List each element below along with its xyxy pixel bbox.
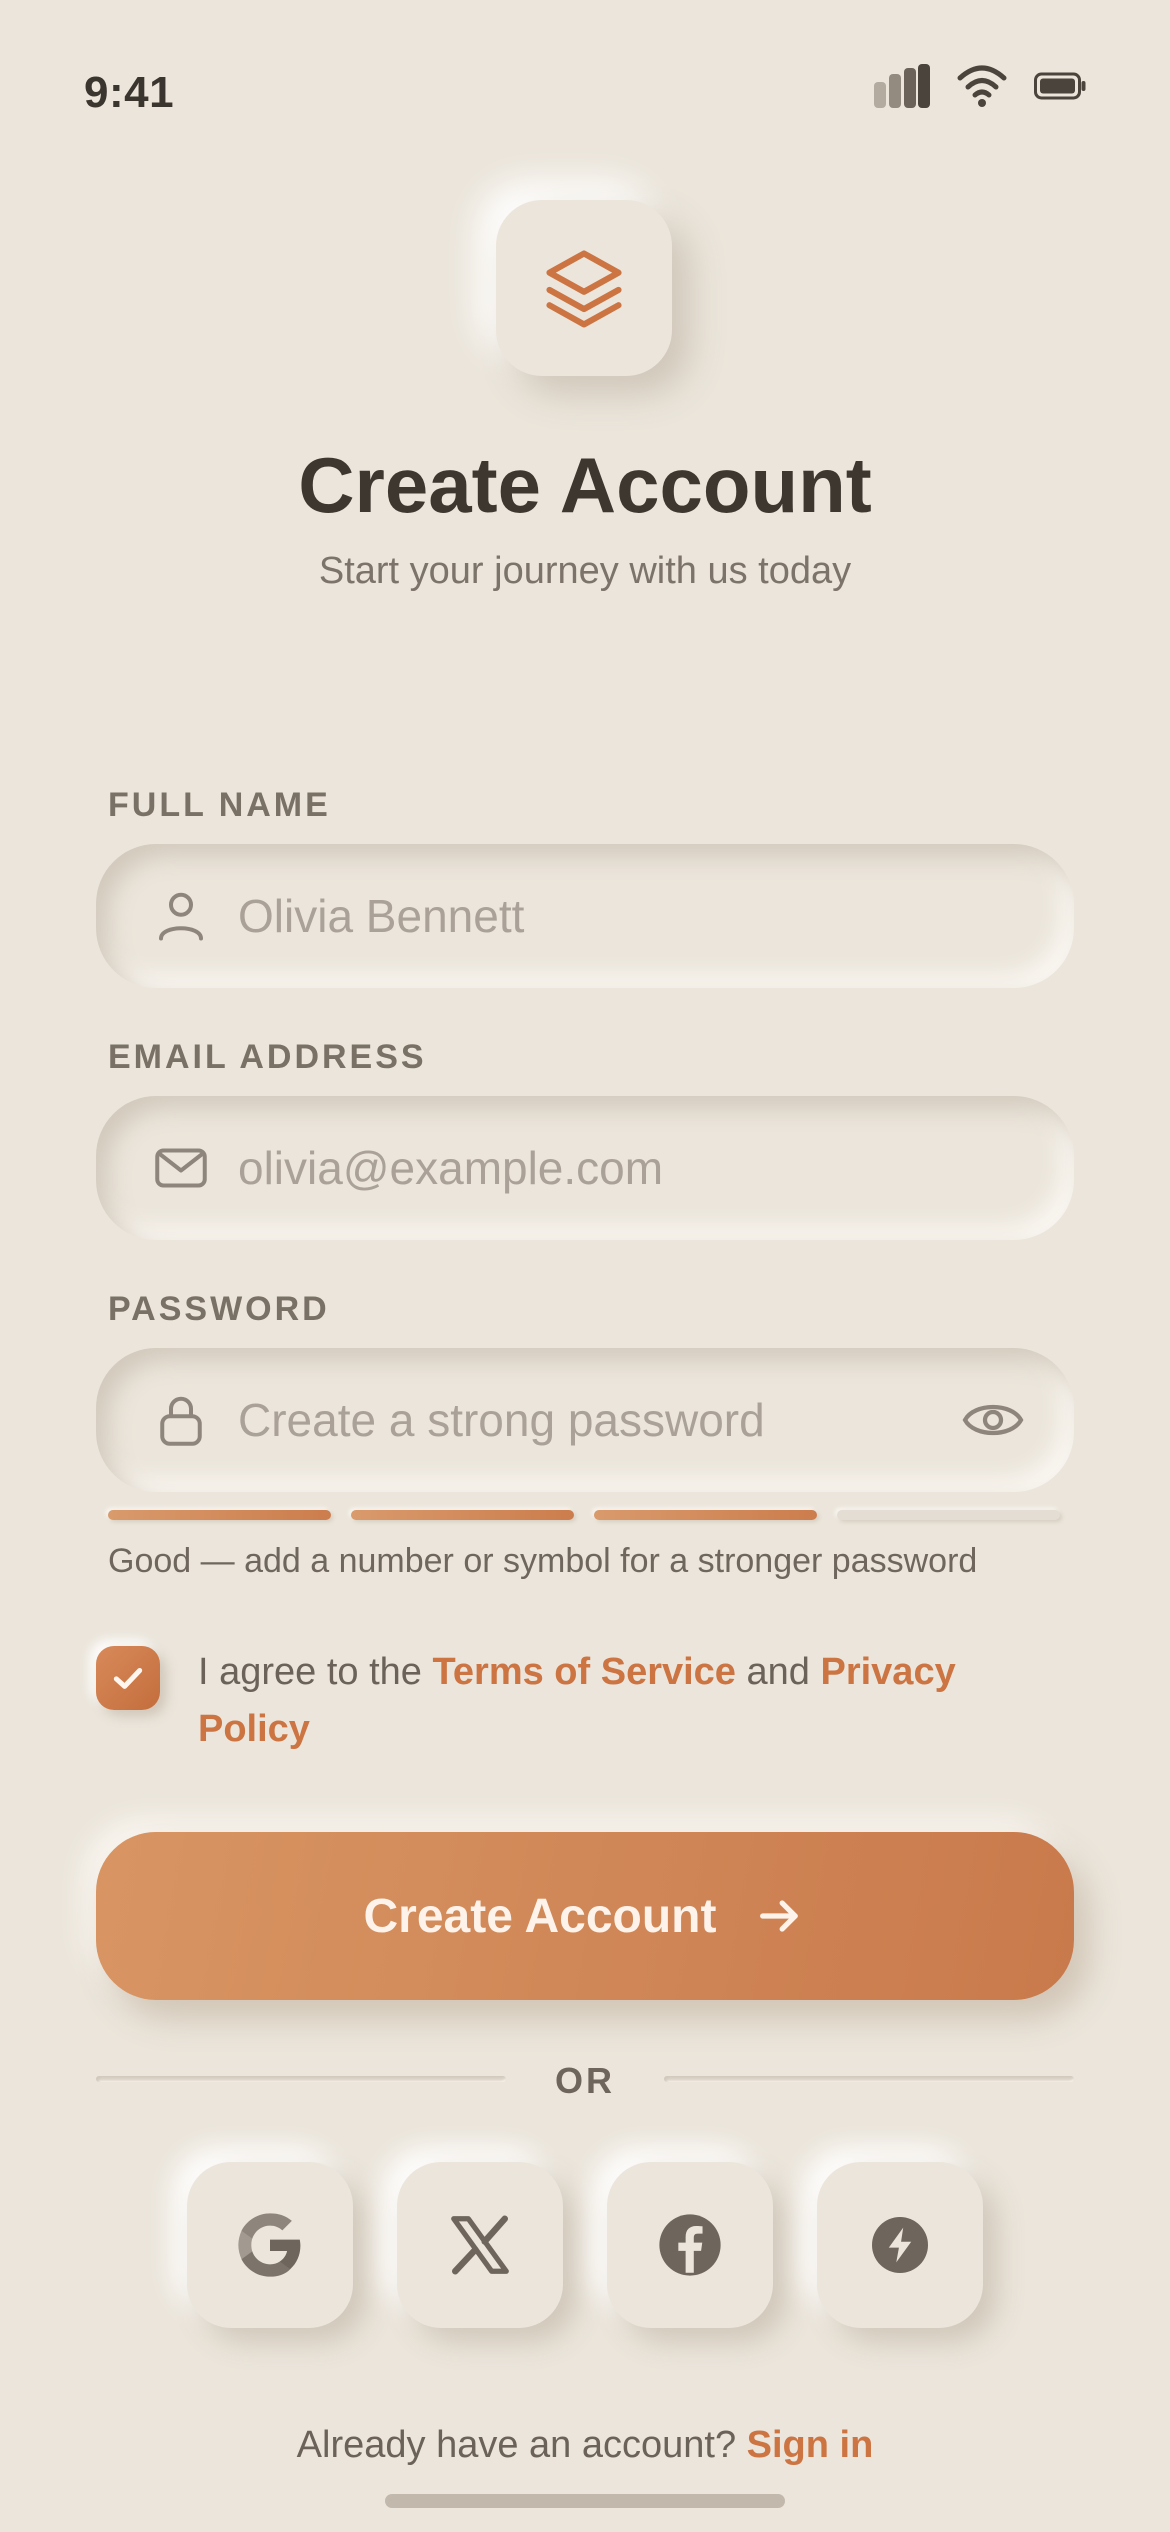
password-field[interactable]	[96, 1347, 1074, 1493]
wifi-icon	[957, 65, 1007, 107]
full-name-label: FULL NAME	[108, 786, 331, 824]
full-name-field[interactable]	[96, 843, 1074, 989]
create-account-label: Create Account	[363, 1889, 717, 1943]
facebook-signin-button[interactable]	[607, 2162, 773, 2328]
home-indicator	[385, 2494, 785, 2508]
status-time: 9:41	[84, 68, 175, 117]
app-logo	[496, 200, 672, 376]
agreement-text: I agree to the Terms of Service and Priv…	[198, 1644, 1058, 1758]
google-icon	[238, 2213, 301, 2277]
signin-row: Already have an account? Sign in	[0, 2424, 1170, 2467]
signin-link[interactable]: Sign in	[747, 2424, 874, 2466]
signin-prompt: Already have an account?	[296, 2424, 747, 2466]
check-icon	[113, 1668, 143, 1689]
password-label: PASSWORD	[108, 1290, 330, 1328]
x-icon	[451, 2215, 509, 2275]
arrow-right-icon	[760, 1900, 799, 1932]
layers-icon	[546, 250, 622, 328]
password-strength-text: Good — add a number or symbol for a stro…	[108, 1542, 978, 1580]
cellular-icon	[874, 64, 930, 108]
page-subtitle: Start your journey with us today	[318, 550, 852, 592]
password-input[interactable]	[236, 1347, 958, 1493]
user-icon	[146, 881, 216, 951]
strength-segment	[108, 1510, 331, 1520]
battery-icon	[1034, 72, 1086, 100]
mail-icon	[146, 1133, 216, 1203]
create-account-button[interactable]: Create Account	[96, 1832, 1074, 2000]
agreement-prefix: I agree to the	[198, 1651, 433, 1693]
x-signin-button[interactable]	[397, 2162, 563, 2328]
lock-icon	[146, 1385, 216, 1455]
page-title: Create Account	[298, 441, 872, 529]
terms-link[interactable]: Terms of Service	[433, 1651, 736, 1693]
email-label: EMAIL ADDRESS	[108, 1038, 427, 1076]
lightning-signin-button[interactable]	[817, 2162, 983, 2328]
full-name-input[interactable]	[236, 843, 1074, 989]
eye-icon[interactable]	[958, 1385, 1028, 1455]
facebook-icon	[659, 2214, 721, 2276]
divider-text: OR	[555, 2060, 615, 2101]
email-field[interactable]	[96, 1095, 1074, 1241]
agreement-middle: and	[735, 1651, 821, 1693]
password-strength-meter	[108, 1510, 1060, 1520]
email-input[interactable]	[236, 1095, 1074, 1241]
agree-checkbox[interactable]	[96, 1646, 160, 1710]
strength-segment	[351, 1510, 574, 1520]
google-signin-button[interactable]	[187, 2162, 353, 2328]
status-icons	[874, 64, 1086, 108]
strength-segment	[594, 1510, 817, 1520]
lightning-icon	[872, 2217, 928, 2273]
strength-segment	[837, 1510, 1060, 1520]
